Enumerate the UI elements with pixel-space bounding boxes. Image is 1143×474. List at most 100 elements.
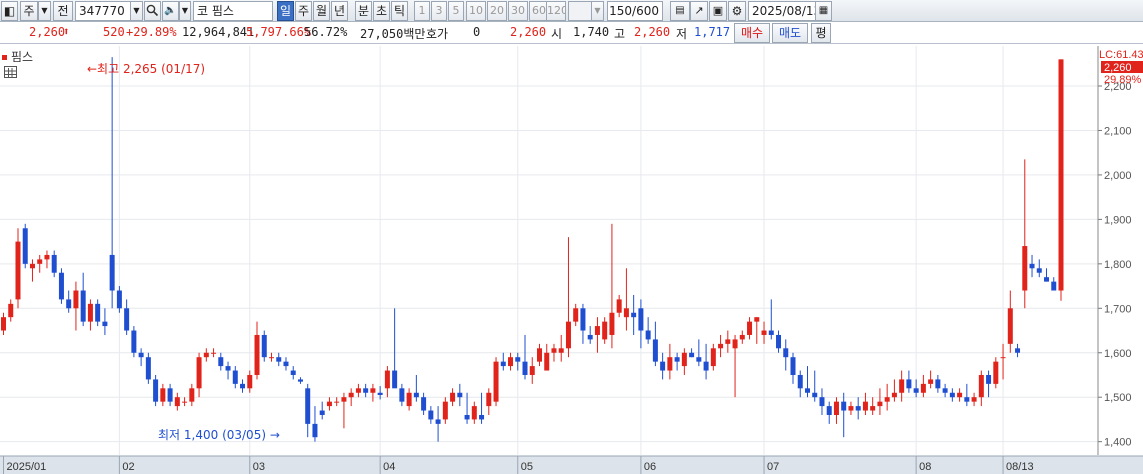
candle-body bbox=[812, 392, 818, 398]
period-5[interactable]: 5 bbox=[448, 1, 464, 21]
candle-body bbox=[268, 357, 274, 359]
tab-daily[interactable]: 일 bbox=[277, 1, 294, 21]
candle-body bbox=[370, 388, 376, 393]
bar-count-value: 150 bbox=[609, 4, 633, 18]
candle-body bbox=[602, 321, 608, 340]
hoga-price: 2,260 bbox=[510, 25, 547, 39]
tab-tick[interactable]: 틱 bbox=[391, 1, 408, 21]
candle-body bbox=[739, 334, 745, 340]
candle-body bbox=[464, 414, 470, 420]
candle-body bbox=[638, 308, 644, 331]
y-tick-label: 1,800 bbox=[1104, 259, 1132, 271]
period-30[interactable]: 30 bbox=[508, 1, 528, 21]
tab-second[interactable]: 초 bbox=[373, 1, 390, 21]
table-view-icon[interactable] bbox=[4, 66, 17, 78]
candle-body bbox=[587, 334, 593, 340]
candle-body bbox=[326, 401, 332, 407]
candle-body bbox=[15, 241, 21, 300]
candle-body bbox=[609, 312, 615, 335]
period-10[interactable]: 10 bbox=[466, 1, 486, 21]
high-annotation: ←최고 2,265 (01/17) bbox=[87, 62, 205, 76]
current-price: 2,260 bbox=[29, 25, 66, 39]
candle-body bbox=[870, 406, 876, 411]
candle-body bbox=[1036, 268, 1042, 273]
candle-body bbox=[29, 263, 35, 269]
candle-body bbox=[240, 383, 246, 389]
draw-line-icon[interactable]: ↗ bbox=[690, 1, 708, 21]
x-tick-label: 08/13 bbox=[1006, 461, 1034, 473]
bar-count-field[interactable]: 150/600 bbox=[607, 1, 663, 21]
candle-body bbox=[536, 348, 542, 362]
lc-label: LC:61.43 bbox=[1099, 49, 1143, 61]
date-input[interactable]: 2025/08/13 bbox=[748, 1, 816, 21]
gear-icon[interactable]: ⚙ bbox=[728, 1, 746, 21]
tab-monthly[interactable]: 월 bbox=[313, 1, 330, 21]
candle-body bbox=[58, 272, 64, 300]
price-chart[interactable]: 1,400 1,500 1,600 1,700 1,800 1,900 2,000 2,100… bbox=[0, 45, 1143, 474]
tab-minute[interactable]: 분 bbox=[355, 1, 372, 21]
eval-button[interactable]: 평 bbox=[811, 23, 831, 43]
candle-body bbox=[993, 361, 999, 384]
code-dropdown-icon[interactable]: ▼ bbox=[130, 1, 143, 21]
candle-body bbox=[508, 357, 514, 367]
period-custom-input[interactable] bbox=[568, 1, 592, 21]
candle-body bbox=[689, 352, 695, 358]
candle-body bbox=[978, 374, 984, 398]
y-tick-label: 1,900 bbox=[1104, 214, 1132, 226]
period-3[interactable]: 3 bbox=[431, 1, 447, 21]
candle-body bbox=[182, 401, 188, 403]
candle-body bbox=[906, 379, 912, 389]
period-120[interactable]: 120 bbox=[546, 1, 566, 21]
candle-body bbox=[384, 370, 390, 389]
candle-body bbox=[399, 388, 405, 402]
candle-body bbox=[862, 401, 868, 411]
y-tick-label: 1,700 bbox=[1104, 303, 1132, 315]
x-tick-label: 05 bbox=[521, 461, 533, 473]
low-label: 저 bbox=[676, 27, 688, 41]
candle-body bbox=[153, 379, 159, 402]
candle-body bbox=[1022, 246, 1028, 291]
candle-body bbox=[855, 406, 861, 411]
speaker-icon[interactable]: 🔈 bbox=[162, 1, 179, 21]
stock-name: 핌스 bbox=[211, 4, 234, 18]
candlestick-chart[interactable]: 1,400 1,500 1,600 1,700 1,800 1,900 2,000 2,100… bbox=[0, 45, 1143, 474]
candle-body bbox=[428, 410, 434, 420]
search-icon[interactable] bbox=[144, 1, 161, 21]
market-label: 코 bbox=[197, 4, 209, 18]
y-tick-label: 2,000 bbox=[1104, 170, 1132, 182]
open-label: 시 bbox=[551, 27, 563, 41]
period-1[interactable]: 1 bbox=[414, 1, 430, 21]
chart-legend: 핌스 bbox=[2, 48, 33, 65]
candle-body bbox=[421, 397, 427, 411]
sell-button[interactable]: 매도 bbox=[772, 23, 808, 43]
candle-body bbox=[558, 348, 564, 353]
chart-toolbar: ◧ 주 ▼ 전 347770 ▼ 🔈 ▼ 코 핌스 일 주 월 년 분 초 틱 … bbox=[0, 0, 1143, 22]
hoga-label: 호가 bbox=[426, 27, 449, 41]
candle-body bbox=[174, 397, 180, 407]
calendar-icon[interactable]: ▦ bbox=[815, 1, 832, 21]
buy-button[interactable]: 매수 bbox=[734, 23, 770, 43]
speaker-dropdown-icon[interactable]: ▼ bbox=[179, 1, 191, 21]
period-20[interactable]: 20 bbox=[487, 1, 507, 21]
candle-body bbox=[457, 392, 463, 398]
panel-toggle-icon[interactable]: ◧ bbox=[1, 1, 18, 21]
y-tick-label: 2,100 bbox=[1104, 125, 1132, 137]
indicator-icon[interactable]: ▤ bbox=[670, 1, 690, 21]
legend-series-name: 핌스 bbox=[11, 50, 34, 64]
candle-body bbox=[790, 357, 796, 375]
candle-body bbox=[493, 361, 499, 402]
candle-body bbox=[899, 379, 905, 393]
tab-yearly[interactable]: 년 bbox=[331, 1, 348, 21]
period-dropdown-icon[interactable]: ▼ bbox=[591, 1, 604, 21]
prev-button[interactable]: 전 bbox=[53, 1, 73, 21]
stock-code-input[interactable]: 347770 bbox=[75, 1, 131, 21]
save-icon[interactable]: ▣ bbox=[709, 1, 727, 21]
candle-body bbox=[594, 326, 600, 335]
mode-button[interactable]: 주 bbox=[20, 1, 38, 21]
candle-body bbox=[1, 317, 6, 331]
tab-weekly[interactable]: 주 bbox=[295, 1, 312, 21]
candle-body bbox=[334, 401, 340, 403]
mode-dropdown-icon[interactable]: ▼ bbox=[38, 1, 51, 21]
candle-body bbox=[167, 388, 173, 402]
stock-name-field[interactable]: 코 핌스 bbox=[193, 1, 273, 21]
